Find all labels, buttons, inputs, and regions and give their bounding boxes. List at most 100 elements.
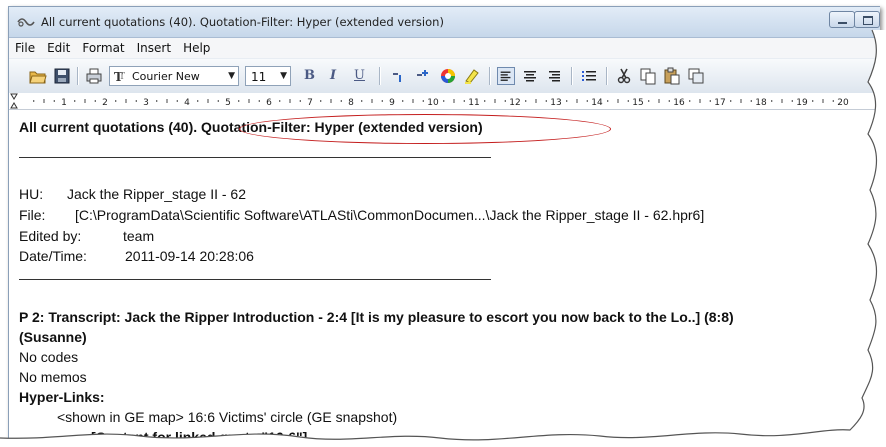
ruler-label: 17	[714, 98, 725, 108]
bullet-list-icon[interactable]	[580, 67, 598, 85]
ruler-tick	[371, 99, 373, 103]
subscript-icon[interactable]	[390, 67, 408, 85]
window-title: All current quotations (40). Quotation-F…	[41, 15, 444, 29]
ruler-tick	[53, 100, 55, 102]
cut-icon[interactable]	[615, 67, 633, 85]
quotation-title: P 2: Transcript: Jack the Ripper Introdu…	[19, 309, 734, 325]
color-picker-icon[interactable]	[439, 67, 457, 85]
hu-row: HU: Jack the Ripper_stage II - 62	[19, 186, 246, 202]
menu-file[interactable]: File	[15, 41, 35, 55]
font-name-value: Courier New	[132, 70, 200, 83]
ruler-tick	[648, 100, 650, 102]
open-folder-icon[interactable]	[29, 67, 47, 85]
align-left-icon[interactable]	[497, 67, 515, 85]
divider	[19, 279, 491, 280]
ruler-tick	[504, 100, 506, 102]
file-row: File: [C:\ProgramData\Scientific Software…	[19, 207, 704, 223]
ruler-tick	[607, 100, 609, 102]
ruler-tick	[535, 99, 537, 103]
menu-format[interactable]: Format	[82, 41, 124, 55]
maximize-button[interactable]	[854, 11, 880, 28]
ruler-tick	[402, 100, 404, 102]
paste-special-icon[interactable]	[687, 67, 705, 85]
ruler-tick	[422, 100, 424, 102]
ruler-tick	[74, 100, 76, 102]
font-size-select[interactable]: 11 ▼	[245, 66, 291, 86]
ruler-tick	[494, 99, 496, 103]
menu-help[interactable]: Help	[183, 41, 210, 55]
ruler[interactable]: 1 2 3 4 5 6 7 8 9 10 11 12 13 14 15 16 17 18 19 20	[9, 93, 880, 110]
ruler-tick	[832, 100, 834, 102]
superscript-icon[interactable]	[414, 67, 432, 85]
ruler-tick	[771, 100, 773, 102]
ruler-label: 1	[61, 98, 67, 108]
minimize-button[interactable]	[829, 11, 855, 28]
align-right-icon[interactable]	[545, 67, 563, 85]
ruler-tick	[412, 99, 414, 103]
ruler-tick	[586, 100, 588, 102]
bold-button[interactable]: B	[304, 68, 315, 83]
ruler-label: 9	[389, 98, 395, 108]
truetype-font-icon: T T	[114, 70, 125, 82]
hyperlink-entry[interactable]: <shown in GE map> 16:6 Victims' circle (…	[57, 409, 397, 425]
hyperlinks-heading: Hyper-Links:	[19, 389, 105, 405]
ruler-tick	[320, 100, 322, 102]
italic-button[interactable]: I	[330, 68, 336, 83]
ruler-tick	[115, 100, 117, 102]
linked-quote-content: [Content for linked quote "16:6"]	[91, 429, 308, 445]
menu-bar: File Edit Format Insert Help	[9, 38, 880, 58]
paste-icon[interactable]	[663, 67, 681, 85]
title-bar[interactable]: All current quotations (40). Quotation-F…	[9, 7, 880, 38]
ruler-tick	[125, 99, 127, 103]
menu-edit[interactable]: Edit	[47, 41, 70, 55]
ruler-tick	[279, 100, 281, 102]
highlighter-icon[interactable]	[463, 67, 481, 85]
ruler-tick	[484, 100, 486, 102]
ruler-label: 8	[348, 98, 354, 108]
indent-marker[interactable]	[10, 93, 18, 109]
copy-icon[interactable]	[639, 67, 657, 85]
ruler-tick	[812, 100, 814, 102]
app-logo-icon	[17, 18, 35, 27]
menu-insert[interactable]: Insert	[137, 41, 171, 55]
quotation-author: (Susanne)	[19, 329, 87, 345]
ruler-tick	[668, 100, 670, 102]
ruler-label: 12	[509, 98, 520, 108]
codes-status: No codes	[19, 349, 79, 365]
ruler-tick	[627, 100, 629, 102]
ruler-label: 5	[225, 98, 231, 108]
save-icon[interactable]	[53, 67, 71, 85]
ruler-tick	[381, 100, 383, 102]
edited-value: team	[123, 228, 155, 244]
toolbar-separator	[379, 67, 380, 85]
ruler-tick	[453, 99, 455, 103]
ruler-tick	[197, 100, 199, 102]
divider	[19, 157, 491, 158]
ruler-tick	[156, 100, 158, 102]
underline-button[interactable]: U	[354, 68, 365, 83]
font-name-select[interactable]: T T Courier New ▼	[109, 66, 239, 86]
ruler-tick	[330, 99, 332, 103]
ruler-tick	[566, 100, 568, 102]
print-icon[interactable]	[85, 67, 103, 85]
ruler-tick	[699, 99, 701, 103]
ruler-tick	[94, 100, 96, 102]
ruler-tick	[750, 100, 752, 102]
ruler-tick	[525, 100, 527, 102]
ruler-label: 4	[184, 98, 190, 108]
document-body[interactable]: All current quotations (40). Quotation-F…	[19, 114, 880, 447]
ruler-label: 13	[550, 98, 561, 108]
ruler-tick	[361, 100, 363, 102]
ruler-label: 15	[632, 98, 643, 108]
editor-window: All current quotations (40). Quotation-F…	[8, 6, 880, 447]
ruler-tick	[463, 100, 465, 102]
hu-label: HU:	[19, 186, 44, 202]
ruler-label: 18	[755, 98, 767, 108]
memos-status: No memos	[19, 369, 87, 385]
align-center-icon[interactable]	[521, 67, 539, 85]
ruler-tick	[207, 99, 209, 103]
filter-highlight-annotation	[239, 114, 611, 144]
ruler-label: 14	[591, 98, 603, 108]
ruler-label: 16	[673, 98, 685, 108]
ruler-scale: 1 2 3 4 5 6 7 8 9 10 11 12 13 14 15 16 17 18 19 20	[10, 93, 849, 109]
